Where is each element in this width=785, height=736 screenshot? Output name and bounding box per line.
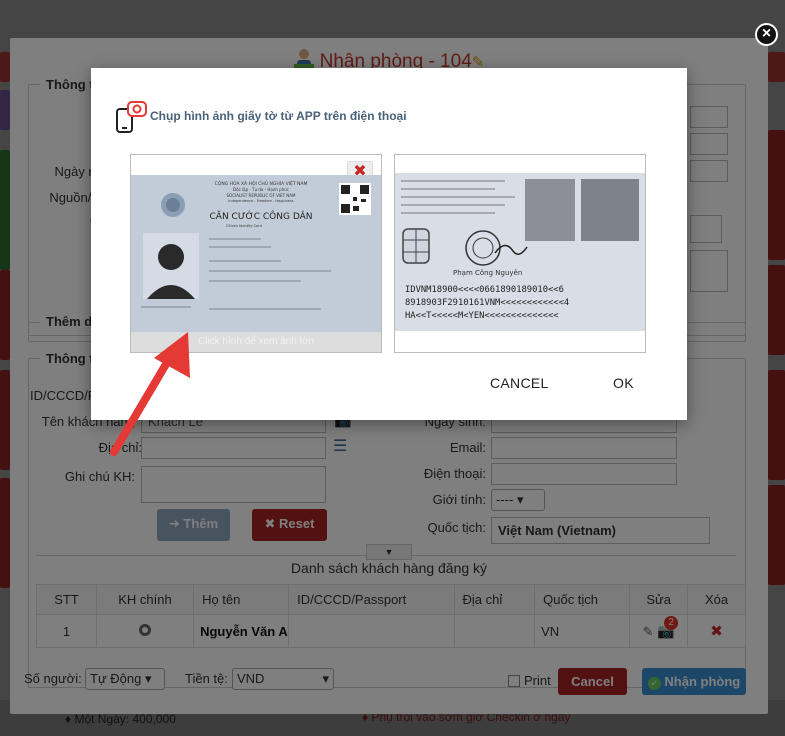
id-front-photo[interactable]: ✖ CỘNG HÒA XÃ HỘI CHỦ NGHĨA VIỆT NAM Độc… (130, 154, 382, 353)
phone-camera-icon (116, 101, 147, 133)
back-mrz-line1: IDVNM18900<<<<0661890189010<<6 (405, 285, 564, 295)
id-front-image: CỘNG HÒA XÃ HỘI CHỦ NGHĨA VIỆT NAM Độc l… (131, 175, 381, 333)
dialog-ok-button[interactable]: OK (613, 375, 634, 391)
fingerprint-icon (525, 179, 639, 241)
id-back-photo[interactable]: Phạm Công Nguyên IDVNM18900<<<<066189018… (394, 154, 646, 353)
close-icon[interactable]: × (755, 23, 778, 46)
front-title: CĂN CƯỚC CÔNG DÂN (210, 210, 313, 222)
dialog-cancel-button[interactable]: CANCEL (490, 375, 549, 391)
front-country-en: SOCIALIST REPUBLIC OF VIET NAM (227, 193, 297, 198)
dialog-heading: Chụp hình ảnh giấy tờ từ APP trên điện t… (150, 109, 407, 123)
back-name: Phạm Công Nguyên (453, 269, 522, 277)
annotation-arrow-icon (110, 332, 190, 456)
front-motto: Độc lập - Tự do - Hạnh phúc (233, 187, 289, 192)
back-mrz-line3: HA<<T<<<<<M<YEN<<<<<<<<<<<<<< (405, 311, 559, 321)
portrait-icon (143, 233, 199, 299)
front-motto-en: Independence - Freedom - Happiness (228, 199, 293, 203)
id-back-image: Phạm Công Nguyên IDVNM18900<<<<066189018… (395, 173, 645, 331)
qr-code (339, 183, 371, 215)
chip-icon (402, 228, 430, 264)
front-title-en: Citizen Identity Card (226, 224, 262, 228)
back-mrz-line2: 8918903F2910161VNM<<<<<<<<<<<<4 (405, 298, 569, 308)
